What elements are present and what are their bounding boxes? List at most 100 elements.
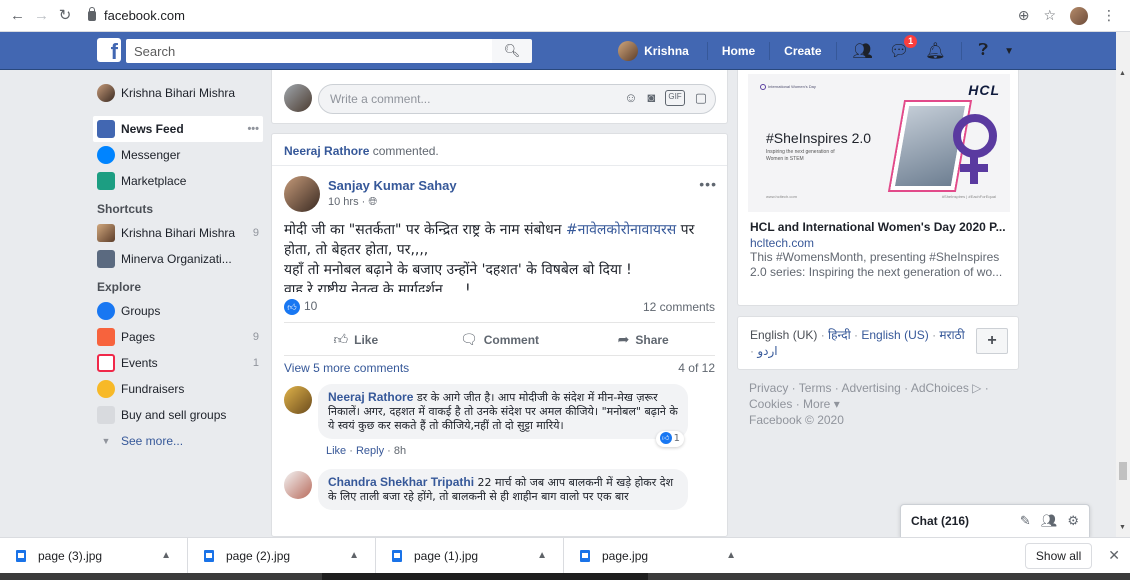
- download-item[interactable]: page (2).jpg ▲: [188, 537, 376, 574]
- chevron-up-icon[interactable]: ▲: [726, 550, 736, 561]
- like-button[interactable]: 👍︎ Like: [284, 331, 428, 348]
- sidebar-item-shortcut[interactable]: Krishna Bihari Mishra 9: [93, 220, 263, 246]
- create-link[interactable]: Create: [778, 44, 827, 58]
- gif-icon[interactable]: GIF: [665, 90, 685, 106]
- chevron-up-icon[interactable]: ▲: [349, 550, 359, 561]
- emoji-icon[interactable]: ☺: [624, 90, 637, 106]
- home-link[interactable]: Home: [716, 44, 761, 58]
- facebook-logo-icon[interactable]: f: [97, 38, 121, 62]
- back-icon[interactable]: ←: [10, 8, 25, 23]
- share-label: Share: [635, 332, 669, 347]
- language-link-hindi[interactable]: हिन्दी: [828, 328, 851, 342]
- zoom-icon[interactable]: ⊕: [1018, 7, 1030, 24]
- comments-count-link[interactable]: 12 comments: [643, 300, 715, 314]
- ad-title[interactable]: HCL and International Women's Day 2020 P…: [750, 220, 1010, 234]
- avatar[interactable]: [284, 386, 312, 414]
- sidebar-item-events[interactable]: Events 1: [93, 350, 263, 376]
- sponsored-ad[interactable]: International Women's Day HCL #SheInspir…: [737, 70, 1019, 306]
- forward-icon[interactable]: →: [34, 8, 49, 23]
- download-item[interactable]: page.jpg ▲: [564, 538, 752, 574]
- add-language-button[interactable]: +: [976, 328, 1008, 354]
- shortcuts-heading: Shortcuts: [97, 202, 154, 216]
- language-link-english-us[interactable]: English (US): [861, 328, 928, 342]
- share-icon: ➦: [617, 330, 630, 347]
- avatar[interactable]: [284, 176, 320, 212]
- star-icon[interactable]: ☆: [1043, 7, 1056, 24]
- see-more-link[interactable]: ▼ See more...: [93, 428, 263, 454]
- close-icon[interactable]: ✕: [1108, 547, 1120, 564]
- sidebar-item-label: Krishna Bihari Mishra: [121, 86, 236, 100]
- search-button[interactable]: 🔍︎: [492, 39, 532, 63]
- image-file-icon: [16, 549, 26, 562]
- ad-subheadline: Inspiring the next generation of Women i…: [766, 149, 835, 162]
- menu-icon[interactable]: ⋮: [1102, 7, 1116, 24]
- help-icon[interactable]: ❓︎: [978, 42, 988, 60]
- language-link-urdu[interactable]: اردو: [757, 344, 777, 358]
- comment-reply-link[interactable]: Reply: [356, 445, 384, 457]
- footer-links[interactable]: Cookies · More ▾: [749, 396, 1009, 412]
- sidebar-item-fundraisers[interactable]: Fundraisers: [93, 376, 263, 402]
- sidebar-item-messenger[interactable]: Messenger: [93, 142, 263, 168]
- sidebar-item-pages[interactable]: Pages 9: [93, 324, 263, 350]
- messenger-icon[interactable]: 💬︎ 1: [889, 35, 918, 61]
- post-author-name[interactable]: Sanjay Kumar Sahay: [328, 178, 457, 193]
- sidebar-item-news-feed[interactable]: News Feed •••: [93, 116, 263, 142]
- new-message-icon[interactable]: ✎: [1020, 513, 1031, 529]
- comment-button[interactable]: 🗨︎ Comment: [428, 331, 572, 348]
- post-options-icon[interactable]: •••: [699, 176, 717, 192]
- page-scrollbar[interactable]: ▲ ▼: [1116, 32, 1130, 537]
- reaction-count[interactable]: 👍︎ 10: [284, 299, 317, 315]
- scroll-up-icon[interactable]: ▲: [1119, 70, 1126, 77]
- image-file-icon: [392, 549, 402, 562]
- hashtag-link[interactable]: #नावेलकोरोनावायरस: [566, 222, 676, 238]
- download-item[interactable]: page (3).jpg ▲: [0, 537, 188, 574]
- sidebar-item-count: 1: [252, 357, 259, 369]
- sidebar-item-marketplace[interactable]: Marketplace: [93, 168, 263, 194]
- show-all-downloads-button[interactable]: Show all: [1024, 542, 1093, 569]
- sidebar-item-groups[interactable]: Groups: [93, 298, 263, 324]
- sidebar-item-label: Events: [121, 356, 158, 370]
- post-timestamp[interactable]: 10 hrs · 🌐︎: [328, 196, 377, 209]
- view-more-comments-link[interactable]: View 5 more comments: [284, 361, 409, 375]
- create-group-icon[interactable]: 👥︎: [1041, 513, 1058, 529]
- download-item[interactable]: page (1).jpg ▲: [376, 537, 564, 574]
- chat-bar[interactable]: Chat (216) ✎ 👥︎ ⚙: [900, 504, 1090, 537]
- notifications-icon[interactable]: 🔔︎: [925, 41, 945, 61]
- divider: [769, 42, 771, 60]
- comment-like-link[interactable]: Like: [326, 445, 346, 457]
- sidebar-item-profile[interactable]: Krishna Bihari Mishra: [93, 80, 263, 106]
- comment-reactions[interactable]: 👍︎ 1: [655, 431, 684, 447]
- sidebar-item-buy-sell[interactable]: Buy and sell groups: [93, 402, 263, 428]
- ad-domain[interactable]: hcltech.com: [750, 236, 814, 250]
- share-button[interactable]: ➦ Share: [571, 331, 715, 348]
- chevron-up-icon[interactable]: ▲: [161, 550, 171, 561]
- comment-author-link[interactable]: Neeraj Rathore: [328, 390, 413, 404]
- footer-links[interactable]: Privacy · Terms · Advertising · AdChoice…: [749, 380, 1009, 396]
- account-menu-icon[interactable]: ▼: [1004, 46, 1014, 57]
- news-feed-icon: [97, 120, 115, 138]
- camera-icon[interactable]: ◙: [648, 90, 656, 106]
- language-selector: English (UK) · हिन्दी · English (US) · म…: [737, 316, 1019, 370]
- sticker-icon[interactable]: ▢: [695, 90, 707, 106]
- profile-link[interactable]: Krishna: [618, 41, 689, 61]
- language-link-marathi[interactable]: मराठी: [939, 328, 964, 342]
- comment-time[interactable]: 8h: [394, 445, 406, 457]
- sidebar-item-shortcut[interactable]: Minerva Organizati...: [93, 246, 263, 272]
- comment-author-link[interactable]: Chandra Shekhar Tripathi: [328, 475, 474, 489]
- settings-gear-icon[interactable]: ⚙: [1067, 513, 1079, 529]
- reload-icon[interactable]: ↻: [58, 8, 72, 23]
- address-bar[interactable]: facebook.com: [88, 6, 185, 23]
- post-author-row: Sanjay Kumar Sahay 10 hrs · 🌐︎ •••: [272, 166, 727, 216]
- activity-actor-link[interactable]: Neeraj Rathore: [284, 144, 369, 158]
- avatar: [618, 41, 639, 61]
- friend-requests-icon[interactable]: 👥︎: [853, 41, 873, 61]
- browser-profile-avatar[interactable]: [1070, 6, 1088, 25]
- scrollbar-thumb[interactable]: [1119, 462, 1127, 480]
- chevron-up-icon[interactable]: ▲: [537, 550, 547, 561]
- ad-image[interactable]: International Women's Day HCL #SheInspir…: [748, 74, 1010, 212]
- scroll-down-icon[interactable]: ▼: [1119, 524, 1126, 531]
- search-input[interactable]: Search: [126, 39, 492, 63]
- avatar[interactable]: [284, 471, 312, 499]
- post-actions: 👍︎ Like 🗨︎ Comment ➦ Share: [284, 322, 715, 356]
- more-options-icon[interactable]: •••: [247, 123, 259, 135]
